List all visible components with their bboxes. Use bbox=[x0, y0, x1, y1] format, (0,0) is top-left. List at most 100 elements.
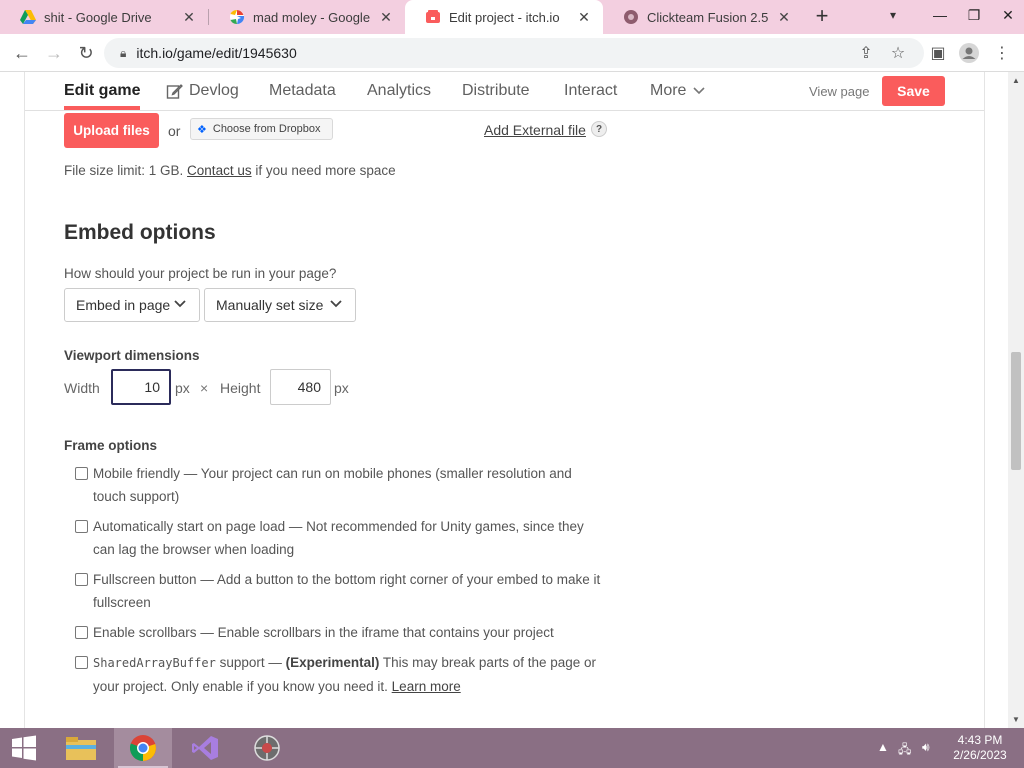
option-fullscreen-button: Fullscreen button — Add a button to the … bbox=[74, 568, 604, 614]
option-shared-array-buffer: SharedArrayBuffer support — (Experimenta… bbox=[74, 651, 604, 698]
option-description: — Enable scrollbars in the iframe that c… bbox=[196, 625, 554, 640]
option-label: Automatically start on page load bbox=[93, 519, 286, 534]
embed-mode-value: Embed in page bbox=[76, 297, 171, 313]
option-label: Fullscreen button bbox=[93, 572, 197, 587]
active-nav-underline bbox=[64, 106, 140, 110]
shared-array-buffer-checkbox[interactable] bbox=[75, 656, 88, 669]
nav-distribute[interactable]: Distribute bbox=[462, 82, 530, 100]
save-button[interactable]: Save bbox=[882, 76, 945, 106]
fullscreen-button-checkbox[interactable] bbox=[75, 573, 88, 586]
file-size-text: File size limit: 1 GB. bbox=[64, 163, 184, 178]
nav-interact[interactable]: Interact bbox=[564, 82, 617, 100]
nav-metadata[interactable]: Metadata bbox=[269, 82, 336, 100]
embed-question-label: How should your project be run in your p… bbox=[64, 266, 337, 281]
nav-more[interactable]: More bbox=[650, 82, 706, 100]
forward-arrow-icon[interactable]: → bbox=[42, 41, 66, 65]
taskbar-clickteam-fusion[interactable] bbox=[238, 728, 296, 768]
url-text: itch.io/game/edit/1945630 bbox=[136, 45, 297, 61]
height-px-unit: px bbox=[334, 380, 349, 396]
new-tab-icon[interactable]: + bbox=[810, 5, 834, 29]
file-size-note: File size limit: 1 GB. Contact us if you… bbox=[64, 163, 396, 178]
choose-from-dropbox-button[interactable]: ❖ Choose from Dropbox bbox=[190, 118, 333, 140]
scroll-down-arrow-icon[interactable]: ▼ bbox=[1012, 715, 1020, 724]
add-external-file-link[interactable]: Add External file bbox=[484, 122, 586, 138]
times-symbol: × bbox=[200, 380, 209, 396]
option-enable-scrollbars: Enable scrollbars — Enable scrollbars in… bbox=[74, 621, 604, 644]
option-text: Automatically start on page load — Not r… bbox=[93, 515, 604, 561]
back-arrow-icon[interactable]: ← bbox=[10, 41, 34, 65]
sab-code: SharedArrayBuffer bbox=[93, 656, 216, 670]
itchio-icon bbox=[426, 10, 440, 23]
profile-avatar-icon[interactable] bbox=[957, 41, 981, 65]
tray-overflow-chevron-icon[interactable]: ▲ bbox=[877, 740, 889, 754]
chrome-icon bbox=[129, 735, 156, 761]
view-page-link[interactable]: View page bbox=[809, 84, 869, 99]
close-tab-icon[interactable]: ✕ bbox=[377, 8, 395, 26]
embed-mode-select[interactable]: Embed in page bbox=[64, 288, 200, 322]
upload-files-button[interactable]: Upload files bbox=[64, 113, 159, 148]
scroll-up-arrow-icon[interactable]: ▲ bbox=[1012, 76, 1020, 85]
width-input[interactable]: 10 bbox=[111, 369, 171, 405]
frame-options-heading: Frame options bbox=[64, 438, 158, 453]
tab-google-drive[interactable]: shit - Google Drive ✕ bbox=[0, 0, 208, 34]
minimize-icon[interactable]: — bbox=[923, 0, 957, 30]
taskbar-chrome[interactable] bbox=[114, 728, 172, 768]
window-controls: — ❐ ✕ bbox=[923, 0, 1024, 34]
volume-icon[interactable]: 🔊︎ bbox=[922, 740, 930, 755]
option-text: Mobile friendly — Your project can run o… bbox=[93, 462, 604, 508]
embed-options-heading: Embed options bbox=[64, 221, 216, 244]
scrollbar-thumb[interactable] bbox=[1011, 352, 1021, 470]
browser-toolbar: ← → ↻ 🔒︎ itch.io/game/edit/1945630 ⇪ ☆ ▣… bbox=[0, 34, 1024, 72]
edit-pencil-icon bbox=[166, 83, 183, 99]
enable-scrollbars-checkbox[interactable] bbox=[75, 626, 88, 639]
file-explorer-icon bbox=[66, 737, 96, 760]
chevron-down-icon bbox=[330, 300, 342, 308]
network-icon[interactable]: 🖧 bbox=[898, 740, 911, 761]
tab-edit-project[interactable]: Edit project - itch.io ✕ bbox=[405, 0, 603, 34]
option-mobile-friendly: Mobile friendly — Your project can run o… bbox=[74, 462, 604, 508]
chrome-menu-icon[interactable]: ⋮ bbox=[990, 41, 1014, 65]
share-icon[interactable]: ⇪ bbox=[854, 41, 878, 65]
clock-date: 2/26/2023 bbox=[953, 748, 1007, 762]
close-tab-icon[interactable]: ✕ bbox=[180, 8, 198, 26]
contact-us-link[interactable]: Contact us bbox=[187, 163, 252, 178]
reload-icon[interactable]: ↻ bbox=[74, 41, 98, 65]
height-input[interactable]: 480 bbox=[270, 369, 331, 405]
taskbar-visual-studio[interactable] bbox=[176, 728, 234, 768]
restore-icon[interactable]: ❐ bbox=[957, 0, 991, 30]
close-window-icon[interactable]: ✕ bbox=[991, 0, 1024, 30]
taskbar-clock[interactable]: 4:43 PM 2/26/2023 bbox=[950, 733, 1010, 763]
option-text: Fullscreen button — Add a button to the … bbox=[93, 568, 604, 614]
tab-google-search[interactable]: mad moley - Google Sea ✕ bbox=[209, 0, 405, 34]
page-viewport: Edit game Devlog Metadata Analytics Dist… bbox=[0, 72, 1008, 728]
side-panel-icon[interactable]: ▣ bbox=[926, 41, 950, 65]
lock-icon: 🔒︎ bbox=[120, 45, 127, 60]
nav-devlog[interactable]: Devlog bbox=[166, 82, 239, 100]
bookmark-star-icon[interactable]: ☆ bbox=[886, 41, 910, 65]
dropbox-icon: ❖ bbox=[197, 123, 207, 136]
clickteam-fusion-icon bbox=[254, 735, 280, 761]
experimental-label: (Experimental) bbox=[285, 655, 380, 670]
option-text: Enable scrollbars — Enable scrollbars in… bbox=[93, 621, 554, 644]
close-tab-icon[interactable]: ✕ bbox=[575, 8, 593, 26]
taskbar-file-explorer[interactable] bbox=[52, 728, 110, 768]
nav-edit-game[interactable]: Edit game bbox=[64, 82, 140, 100]
file-size-suffix: if you need more space bbox=[255, 163, 396, 178]
tab-search-chevron-icon[interactable]: ▾ bbox=[890, 8, 896, 22]
start-button[interactable] bbox=[0, 728, 48, 768]
or-label: or bbox=[168, 123, 181, 139]
sab-label: support — bbox=[215, 655, 286, 670]
help-icon[interactable]: ? bbox=[591, 121, 607, 137]
address-bar[interactable]: 🔒︎ itch.io/game/edit/1945630 bbox=[104, 38, 924, 68]
google-icon bbox=[230, 9, 245, 25]
learn-more-link[interactable]: Learn more bbox=[392, 679, 461, 694]
nav-more-label: More bbox=[650, 82, 687, 99]
close-tab-icon[interactable]: ✕ bbox=[775, 8, 793, 26]
embed-size-select[interactable]: Manually set size bbox=[204, 288, 356, 322]
nav-analytics[interactable]: Analytics bbox=[367, 82, 431, 100]
autostart-checkbox[interactable] bbox=[75, 520, 88, 533]
mobile-friendly-checkbox[interactable] bbox=[75, 467, 88, 480]
tab-clickteam[interactable]: Clickteam Fusion 2.5 HTM ✕ bbox=[603, 0, 803, 34]
clickteam-icon bbox=[624, 10, 638, 24]
page-scrollbar[interactable]: ▲ ▼ bbox=[1008, 72, 1024, 728]
